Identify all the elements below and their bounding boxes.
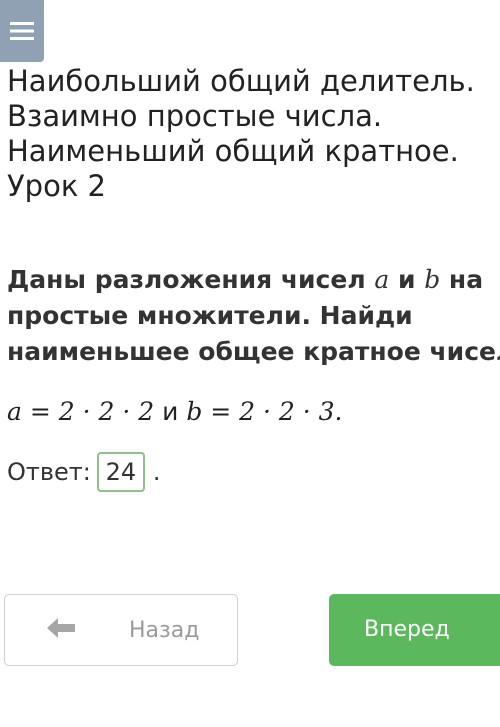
task-line: наименьшее общее кратное чисел <box>7 337 500 366</box>
menu-button[interactable] <box>0 0 44 62</box>
task-line: Даны разложения чисел a и b на <box>7 262 500 298</box>
task-line: простые множители. Найди <box>7 301 413 330</box>
task-conjunction: и <box>389 265 425 294</box>
answer-row: Ответ: 24 . <box>7 452 161 492</box>
lesson-title-line: Наибольший общий делитель. <box>7 64 475 98</box>
variable-b: b <box>424 265 441 294</box>
next-button-label: Вперед <box>364 617 450 642</box>
hamburger-menu-icon <box>10 22 34 40</box>
lesson-title: Наибольший общий делитель. Взаимно прост… <box>7 64 500 204</box>
lesson-title-line: Взаимно простые числа. <box>7 99 383 133</box>
next-button[interactable]: Вперед <box>329 594 500 666</box>
answer-input[interactable]: 24 <box>96 452 145 492</box>
arrow-left-icon <box>47 618 75 638</box>
task-line1-prefix: Даны разложения чисел <box>7 265 375 294</box>
task-text: Даны разложения чисел a и b на простые м… <box>7 262 500 370</box>
task-line1-suffix: на <box>440 265 484 294</box>
lesson-title-line: Урок 2 <box>7 169 107 203</box>
back-button-label: Назад <box>129 618 200 643</box>
factorization-formula: a = 2 · 2 · 2 и b = 2 · 2 · 3. <box>7 394 343 430</box>
formula-b: b = 2 · 2 · 3. <box>186 397 343 426</box>
formula-conjunction: и <box>154 397 187 426</box>
lesson-title-line: Наименьший общий кратное. <box>7 134 459 168</box>
back-button[interactable]: Назад <box>4 594 238 666</box>
answer-suffix: . <box>152 458 161 486</box>
answer-label: Ответ: <box>7 458 91 486</box>
variable-a: a <box>374 265 390 294</box>
formula-a: a = 2 · 2 · 2 <box>7 397 155 426</box>
